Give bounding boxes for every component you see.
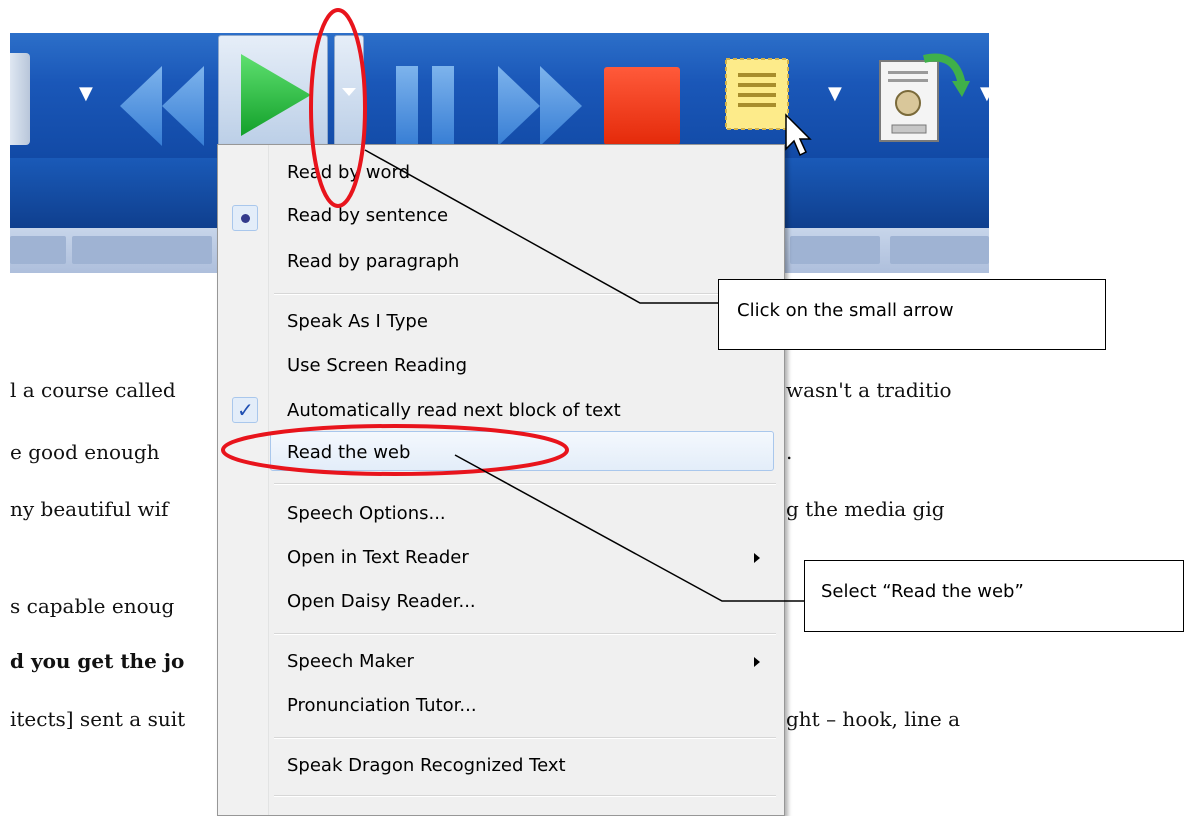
fast-forward-icon bbox=[498, 66, 582, 146]
rewind-button[interactable] bbox=[120, 66, 206, 150]
speaker-dropdown-arrow-icon[interactable]: ▼ bbox=[980, 85, 994, 103]
tab-item[interactable] bbox=[72, 236, 212, 264]
doc-line: l a course called bbox=[10, 378, 176, 402]
doc-line: . bbox=[786, 440, 793, 464]
tab-item[interactable] bbox=[790, 236, 880, 264]
checkbox-indicator: ✓ bbox=[232, 397, 258, 423]
menu-item-read-by-sentence[interactable]: Read by sentence bbox=[287, 205, 448, 227]
play-icon bbox=[241, 54, 311, 136]
doc-line: wasn't a traditio bbox=[786, 378, 952, 402]
menu-item-use-screen-reading[interactable]: Use Screen Reading bbox=[287, 355, 467, 377]
menu-item-auto-read-next-block[interactable]: Automatically read next block of text bbox=[287, 400, 621, 422]
menu-separator bbox=[274, 737, 776, 739]
play-options-menu: ✓ Read by word Read by sentence Read by … bbox=[217, 144, 785, 816]
play-button[interactable] bbox=[218, 35, 328, 153]
menu-icon-gutter bbox=[218, 145, 269, 815]
menu-item-read-by-word[interactable]: Read by word bbox=[287, 162, 410, 184]
pause-button[interactable] bbox=[392, 66, 458, 150]
fast-forward-button[interactable] bbox=[498, 66, 584, 150]
doc-line: g the media gig bbox=[786, 497, 945, 521]
text-selection-icon bbox=[725, 58, 812, 157]
play-options-dropdown-button[interactable] bbox=[334, 35, 364, 153]
left-dropdown-arrow-icon[interactable]: ▼ bbox=[79, 85, 93, 103]
menu-separator bbox=[274, 795, 776, 797]
radio-indicator bbox=[232, 205, 258, 231]
callout-text: Select “Read the web” bbox=[821, 581, 1024, 602]
save-speech-button[interactable] bbox=[874, 47, 974, 157]
menu-item-speak-as-i-type[interactable]: Speak As I Type bbox=[287, 311, 428, 333]
menu-separator bbox=[274, 483, 776, 485]
callout-text: Click on the small arrow bbox=[737, 300, 954, 321]
doc-line: ny beautiful wif bbox=[10, 497, 169, 521]
checkmark-icon: ✓ bbox=[237, 398, 254, 422]
menu-separator bbox=[274, 633, 776, 635]
menu-item-speak-dragon-text[interactable]: Speak Dragon Recognized Text bbox=[287, 755, 566, 777]
menu-item-pronunciation-tutor[interactable]: Pronunciation Tutor... bbox=[287, 695, 477, 717]
menu-item-read-the-web[interactable]: Read the web bbox=[287, 442, 410, 464]
select-dropdown-arrow-icon[interactable]: ▼ bbox=[828, 85, 842, 103]
menu-item-open-daisy-reader[interactable]: Open Daisy Reader... bbox=[287, 591, 476, 613]
menu-item-open-in-text-reader[interactable]: Open in Text Reader bbox=[287, 547, 469, 569]
callout-click-arrow: Click on the small arrow bbox=[718, 279, 1106, 350]
chevron-down-icon bbox=[342, 88, 356, 96]
stop-button[interactable] bbox=[604, 67, 680, 145]
menu-item-speech-maker[interactable]: Speech Maker bbox=[287, 651, 414, 673]
doc-line: itects] sent a suit bbox=[10, 707, 186, 731]
menu-item-speech-options[interactable]: Speech Options... bbox=[287, 503, 446, 525]
callout-select-read-web: Select “Read the web” bbox=[804, 560, 1184, 632]
tab-item[interactable] bbox=[890, 236, 989, 264]
speaker-document-icon bbox=[879, 53, 970, 142]
left-toolbar-button[interactable] bbox=[10, 53, 30, 145]
speech-toolbar: ▼ ▼ ▼ bbox=[10, 33, 994, 158]
radio-dot-icon bbox=[241, 214, 250, 223]
doc-line: d you get the jo bbox=[10, 649, 185, 673]
pause-icon bbox=[396, 66, 454, 146]
menu-separator bbox=[274, 293, 776, 295]
submenu-arrow-icon bbox=[754, 657, 760, 667]
doc-line: ght – hook, line a bbox=[786, 707, 961, 731]
doc-line: e good enough bbox=[10, 440, 160, 464]
submenu-arrow-icon bbox=[754, 553, 760, 563]
rewind-icon bbox=[120, 66, 204, 146]
tab-item[interactable] bbox=[10, 236, 66, 264]
menu-item-read-by-paragraph[interactable]: Read by paragraph bbox=[287, 251, 459, 273]
doc-line: s capable enoug bbox=[10, 594, 175, 618]
